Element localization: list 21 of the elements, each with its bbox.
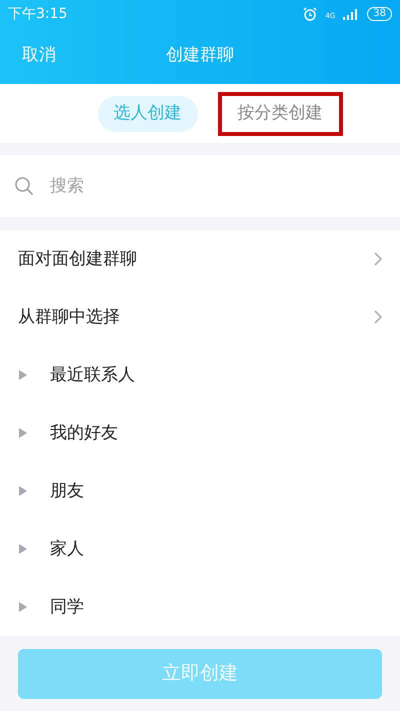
group-label[interactable]: 我的好友: [50, 420, 118, 446]
signal-icon: [343, 8, 360, 20]
caret-right-icon[interactable]: [18, 486, 28, 496]
search-field[interactable]: 搜索: [0, 155, 400, 218]
caret-right-icon[interactable]: [18, 544, 28, 554]
chevron-right-icon: [374, 252, 382, 266]
battery-indicator: 38: [367, 7, 392, 21]
caret-right-icon[interactable]: [18, 428, 28, 438]
group-label[interactable]: 家人: [50, 536, 84, 562]
caret-right-icon[interactable]: [18, 370, 28, 380]
caret-right-icon[interactable]: [18, 602, 28, 612]
tab[interactable]: 按分类创建: [218, 92, 342, 136]
chevron-right-icon: [374, 310, 382, 324]
window-title: 创建群聊: [166, 44, 234, 68]
group-label[interactable]: 同学: [50, 594, 84, 620]
menu-item-label[interactable]: 从群聊中选择: [18, 304, 374, 330]
menu-item-label[interactable]: 面对面创建群聊: [18, 246, 374, 272]
group-label[interactable]: 最近联系人: [50, 362, 135, 388]
alarm-icon: [303, 7, 318, 21]
group-label[interactable]: 朋友: [50, 478, 84, 504]
status-time: 下午3:15: [8, 4, 68, 24]
